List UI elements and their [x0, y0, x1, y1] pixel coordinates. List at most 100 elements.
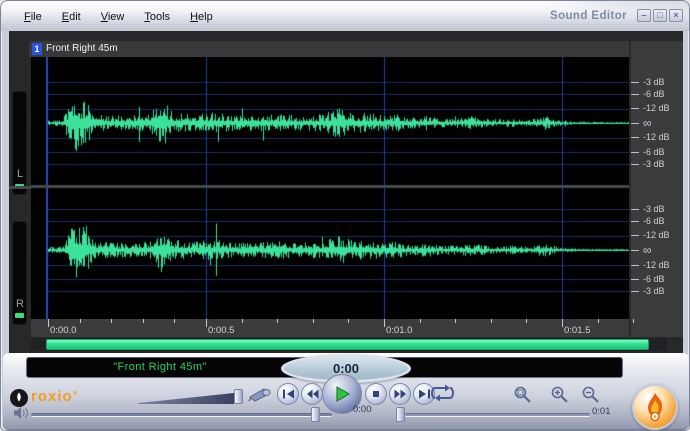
db-label: -12 dB	[643, 260, 681, 270]
time-tick	[48, 319, 49, 327]
db-label: -12 dB	[643, 103, 681, 113]
play-icon	[333, 385, 351, 403]
db-label: -6 dB	[643, 216, 681, 226]
time-tick	[242, 319, 243, 323]
db-tick	[631, 94, 639, 95]
time-tick	[526, 319, 527, 323]
flame-icon	[643, 392, 667, 422]
menu-edit[interactable]: Edit	[59, 9, 84, 25]
db-tick	[631, 265, 639, 266]
track-number-badge: 1	[32, 43, 42, 55]
db-label: -12 dB	[643, 230, 681, 240]
stop-button[interactable]	[365, 383, 387, 405]
time-tick	[206, 319, 207, 327]
seek-current-time: 0:00	[353, 404, 372, 415]
zoom-selection-icon[interactable]	[513, 386, 534, 403]
time-tick	[348, 319, 349, 323]
rewind-button[interactable]	[301, 383, 323, 405]
close-button[interactable]: ×	[669, 9, 683, 22]
db-tick	[631, 137, 639, 138]
db-tick	[631, 123, 639, 124]
time-tick-label: 0:01.0	[386, 325, 412, 336]
db-label: -6 dB	[643, 147, 681, 157]
zoom-in-icon[interactable]	[550, 386, 571, 403]
time-tick	[313, 319, 314, 323]
db-tick	[631, 152, 639, 153]
time-tick	[111, 319, 112, 323]
db-tick	[631, 291, 639, 292]
time-tick-label: 0:00.0	[50, 325, 76, 336]
stop-icon	[371, 389, 381, 399]
time-tick	[562, 319, 563, 327]
db-label: -3 dB	[643, 159, 681, 169]
time-ruler: 0:00.0 0:00.5 0:01.0 0:01.5	[31, 319, 629, 337]
db-label-infinity: ∞	[643, 246, 681, 254]
menu-help[interactable]: Help	[187, 9, 216, 25]
menu-file[interactable]: File	[21, 9, 45, 25]
seek-slider[interactable]	[405, 413, 590, 417]
seek-slider-thumb[interactable]	[396, 407, 405, 422]
time-tick	[491, 319, 492, 323]
roxio-logo-text: roxio®	[31, 388, 78, 405]
window-controls: – □ ×	[637, 9, 683, 22]
channel-separator	[9, 186, 31, 189]
db-label: -12 dB	[643, 132, 681, 142]
db-tick	[631, 250, 639, 251]
time-tick	[384, 319, 385, 327]
db-tick	[631, 164, 639, 165]
previous-button[interactable]	[277, 383, 299, 405]
db-tick	[631, 82, 639, 83]
sound-editor-window: File Edit View Tools Help Sound Editor –…	[0, 0, 690, 431]
skip-start-icon	[282, 389, 295, 399]
db-tick	[631, 108, 639, 109]
menu-bar: File Edit View Tools Help	[21, 9, 216, 25]
db-label: -3 dB	[643, 77, 681, 87]
lcd-track-name: "Front Right 45m"	[26, 361, 294, 373]
balance-slider[interactable]	[31, 413, 332, 417]
time-tick-label: 0:00.5	[208, 325, 234, 336]
waveform-display[interactable]	[31, 57, 629, 319]
channel-left-label: L	[9, 168, 31, 180]
channel-right-label: R	[9, 298, 31, 310]
time-tick	[598, 319, 599, 323]
time-tick	[420, 319, 421, 323]
minimize-button[interactable]: –	[637, 9, 651, 22]
db-label: -6 dB	[643, 89, 681, 99]
db-label: -3 dB	[643, 286, 681, 296]
time-tick	[174, 319, 175, 323]
roxio-logo-mark	[10, 389, 28, 407]
db-label: -6 dB	[643, 274, 681, 284]
time-tick-label: 0:01.5	[564, 325, 590, 336]
speaker-icon	[13, 406, 30, 420]
maximize-button[interactable]: □	[653, 9, 667, 22]
horizontal-scrollbar-thumb[interactable]	[46, 339, 649, 350]
window-title: Sound Editor	[550, 10, 627, 22]
db-tick	[631, 235, 639, 236]
time-tick	[633, 319, 634, 323]
balance-slider-thumb[interactable]	[311, 407, 320, 422]
zoom-out-icon[interactable]	[581, 386, 602, 403]
megaphone-icon	[248, 386, 274, 403]
db-label: -3 dB	[643, 204, 681, 214]
seek-total-time: 0:01	[592, 406, 611, 417]
db-tick	[631, 279, 639, 280]
menu-tools[interactable]: Tools	[141, 9, 173, 25]
db-tick	[631, 209, 639, 210]
volume-slider-thumb[interactable]	[234, 389, 243, 404]
time-tick	[277, 319, 278, 323]
time-tick	[455, 319, 456, 323]
level-meter-right-segment	[15, 313, 24, 318]
track-name: Front Right 45m	[46, 43, 118, 54]
loop-icon[interactable]	[429, 384, 456, 402]
time-tick	[80, 319, 81, 323]
menu-view[interactable]: View	[98, 9, 128, 25]
track-label-bar	[29, 41, 629, 57]
rewind-icon	[306, 389, 319, 399]
roxio-flame-button[interactable]	[632, 384, 678, 430]
time-tick	[143, 319, 144, 323]
forward-button[interactable]	[389, 383, 411, 405]
db-tick	[631, 221, 639, 222]
droplet-icon	[10, 389, 28, 407]
db-label-infinity: ∞	[643, 119, 681, 127]
fast-forward-icon	[394, 389, 407, 399]
